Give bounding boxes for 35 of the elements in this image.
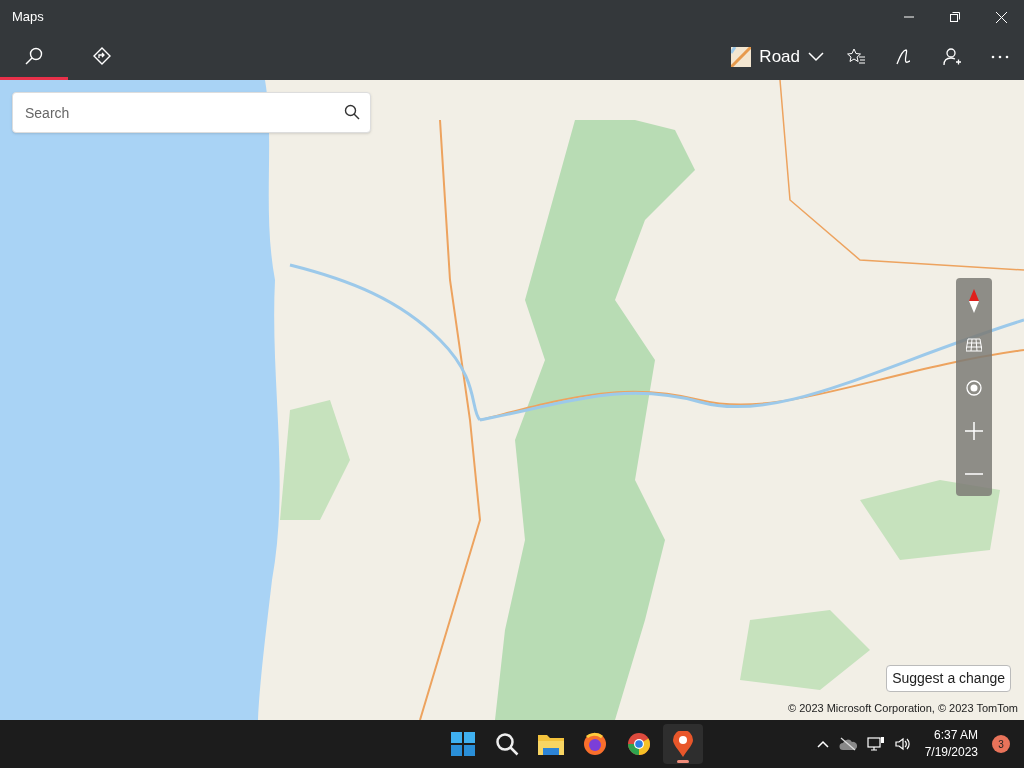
location-icon [966,380,982,396]
search-field[interactable]: Search [12,92,371,133]
pen-stroke-icon [895,48,913,66]
windows-logo-icon [451,732,476,756]
compass-icon [969,289,979,313]
suggest-change-button[interactable]: Suggest a change [886,665,1011,692]
close-icon [995,11,1007,23]
search-icon [25,46,43,65]
chevron-down-icon [808,52,824,62]
maximize-icon [950,12,960,22]
map-pin-icon [673,731,694,757]
notification-badge[interactable]: 3 [992,735,1010,753]
copyright-text: © 2023 Microsoft Corporation, © 2023 TomTom [788,701,1018,716]
speaker-icon[interactable] [894,737,911,751]
star-list-icon [847,48,865,66]
window-title: Maps [12,8,44,27]
map-style-button[interactable]: Road [723,34,832,80]
browser-circle-icon [627,732,652,756]
taskbar-app-button[interactable] [663,724,704,764]
browser-globe-icon [583,732,608,756]
clock-date[interactable]: 7/19/2023 [924,744,978,761]
person-add-icon [943,48,961,66]
network-icon[interactable] [866,736,885,752]
clock-time[interactable]: 6:37 AM [934,727,978,744]
chevron-up-icon[interactable] [816,740,829,748]
directions-icon [93,46,111,65]
map-thumbnail-icon [731,47,752,67]
folder-icon [538,733,565,755]
search-icon[interactable] [344,104,360,120]
grid-icon [966,338,982,352]
plus-icon [965,422,983,440]
minus-icon [965,473,983,475]
more-icon [991,55,1009,59]
cloud-off-icon[interactable] [838,737,857,751]
search-icon [495,732,520,756]
